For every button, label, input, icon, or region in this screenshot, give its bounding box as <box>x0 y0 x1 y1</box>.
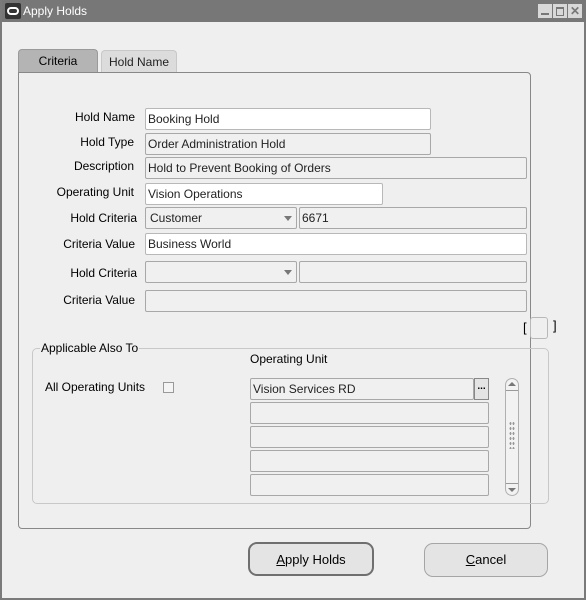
hold-criteria-2-code-field[interactable] <box>299 261 527 283</box>
hold-criteria-1-code-field[interactable]: 6671 <box>299 207 527 229</box>
descriptive-flexfield-box[interactable] <box>530 317 548 339</box>
hold-criteria-1-label: Hold Criteria <box>70 211 137 225</box>
oracle-app-icon <box>5 3 21 19</box>
criteria-value-1-label: Criteria Value <box>63 237 135 251</box>
apply-label: pply Holds <box>284 552 346 567</box>
apply-holds-button[interactable]: Apply Holds <box>248 542 374 576</box>
operating-unit-row[interactable]: Vision Services RD <box>250 378 474 400</box>
operating-unit-label: Operating Unit <box>56 185 134 199</box>
minimize-icon[interactable] <box>538 4 552 18</box>
all-operating-units-checkbox[interactable] <box>163 382 174 393</box>
lov-ellipsis-button[interactable]: ... <box>474 378 489 400</box>
window-title: Apply Holds <box>23 4 88 18</box>
scroll-down-arrow-icon[interactable] <box>506 483 518 495</box>
hold-type-field[interactable]: Order Administration Hold <box>145 133 431 155</box>
operating-unit-row[interactable] <box>250 450 489 472</box>
hold-name-field[interactable]: Booking Hold <box>145 108 431 130</box>
bracket-left: [ <box>523 320 527 335</box>
hold-type-label: Hold Type <box>80 135 134 149</box>
hold-criteria-2-label: Hold Criteria <box>70 266 137 280</box>
cancel-label: ancel <box>475 552 507 567</box>
operating-unit-field[interactable]: Vision Operations <box>145 183 383 205</box>
description-field[interactable]: Hold to Prevent Booking of Orders <box>145 157 527 179</box>
scroll-grip-icon[interactable] <box>509 421 515 449</box>
operating-unit-row[interactable] <box>250 474 489 496</box>
all-operating-units-label: All Operating Units <box>45 380 146 394</box>
criteria-value-2-label: Criteria Value <box>63 293 135 307</box>
hold-criteria-1-select[interactable]: Customer <box>145 207 297 229</box>
cancel-mnemonic: C <box>465 552 476 567</box>
hold-criteria-2-select[interactable] <box>145 261 297 283</box>
bracket-right: ] <box>553 318 557 333</box>
operating-unit-column-header: Operating Unit <box>250 352 328 366</box>
description-label: Description <box>73 159 134 173</box>
operating-unit-row[interactable] <box>250 402 489 424</box>
close-icon[interactable]: ✕ <box>568 4 582 18</box>
scroll-up-arrow-icon[interactable] <box>506 379 518 391</box>
criteria-value-2-field[interactable] <box>145 290 527 312</box>
tab-hold-name[interactable]: Hold Name <box>101 50 177 72</box>
title-bar: Apply Holds ✕ <box>2 0 586 22</box>
cancel-button[interactable]: Cancel <box>424 543 548 577</box>
criteria-value-1-field[interactable]: Business World <box>145 233 527 255</box>
operating-unit-scrollbar[interactable] <box>505 378 519 496</box>
maximize-icon[interactable] <box>553 4 567 18</box>
tab-criteria[interactable]: Criteria <box>18 49 98 72</box>
applicable-also-to-title: Applicable Also To <box>40 341 140 355</box>
operating-unit-row[interactable] <box>250 426 489 448</box>
hold-name-label: Hold Name <box>74 110 135 124</box>
apply-mnemonic: A <box>276 552 285 567</box>
